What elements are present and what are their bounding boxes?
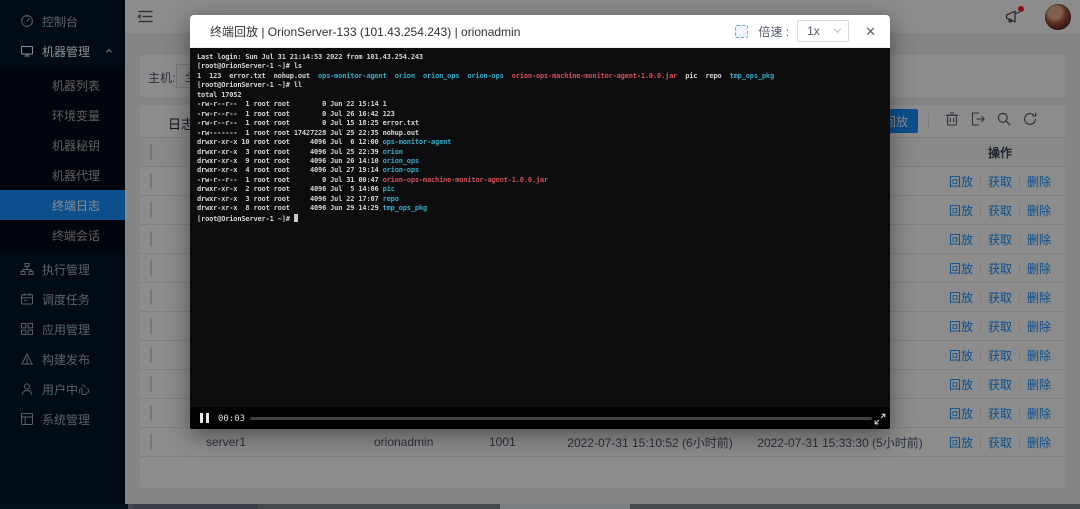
- terminal-line: -rw-r--r-- 1 root root 0 Jul 15 18:25 er…: [197, 119, 886, 128]
- terminal-line: drwxr-xr-x 9 root root 4096 Jun 26 14:10…: [197, 157, 886, 166]
- terminal-line: Last login: Sun Jul 31 21:14:53 2022 fro…: [197, 53, 886, 62]
- terminal-line: 1 123 error.txt nohup.out ops-monitor-ag…: [197, 72, 886, 81]
- terminal-line: -rw-r--r-- 1 root root 0 Jul 26 16:42 12…: [197, 110, 886, 119]
- terminal-cursor: [294, 214, 298, 222]
- terminal-line: [root@OrionServer-1 ~]#: [197, 214, 886, 224]
- speed-value: 1x: [807, 24, 820, 38]
- terminal-replay-modal: 终端回放 | OrionServer-133 (101.43.254.243) …: [190, 15, 890, 429]
- replay-player: 00:03: [190, 407, 890, 429]
- terminal-line: drwxr-xr-x 4 root root 4096 Jul 27 19:14…: [197, 166, 886, 175]
- screen: 控制台机器管理机器列表环境变量机器秘钥机器代理终端日志终端会话执行管理调度任务应…: [0, 0, 1080, 509]
- terminal-line: drwxr-xr-x 8 root root 4096 Jun 29 14:29…: [197, 204, 886, 213]
- modal-title: 终端回放 | OrionServer-133 (101.43.254.243) …: [210, 23, 520, 40]
- terminal-line: [root@OrionServer-1 ~]# ll: [197, 81, 886, 90]
- modal-header: 终端回放 | OrionServer-133 (101.43.254.243) …: [190, 15, 890, 48]
- terminal-line: total 17052: [197, 91, 886, 100]
- terminal-line: -rw------- 1 root root 17427228 Jul 25 2…: [197, 129, 886, 138]
- progress-bar[interactable]: [250, 417, 872, 420]
- fullscreen-icon[interactable]: [874, 412, 886, 424]
- taskbar-strip: [0, 504, 1080, 509]
- terminal-settings-icon[interactable]: [735, 25, 748, 38]
- modal-header-controls: 倍速 : 1x ✕: [735, 20, 876, 42]
- terminal-line: -rw-r--r-- 1 root root 0 Jul 31 00:47 or…: [197, 176, 886, 185]
- pause-button[interactable]: [200, 413, 209, 423]
- terminal-line: drwxr-xr-x 2 root root 4096 Jul 5 14:06 …: [197, 185, 886, 194]
- chevron-down-icon: [833, 24, 842, 38]
- terminal-line: -rw-r--r-- 1 root root 0 Jun 22 15:14 1: [197, 100, 886, 109]
- terminal-line: drwxr-xr-x 3 root root 4096 Jul 22 17:07…: [197, 195, 886, 204]
- speed-label: 倍速 :: [758, 23, 789, 40]
- terminal-line: [root@OrionServer-1 ~]# ls: [197, 62, 886, 71]
- close-icon[interactable]: ✕: [865, 25, 876, 38]
- player-time: 00:03: [218, 414, 245, 424]
- speed-select[interactable]: 1x: [797, 20, 849, 42]
- terminal-line: drwxr-xr-x 3 root root 4096 Jul 25 22:39…: [197, 148, 886, 157]
- terminal-output: Last login: Sun Jul 31 21:14:53 2022 fro…: [190, 48, 890, 407]
- terminal-line: drwxr-xr-x 10 root root 4096 Jul 6 12:00…: [197, 138, 886, 147]
